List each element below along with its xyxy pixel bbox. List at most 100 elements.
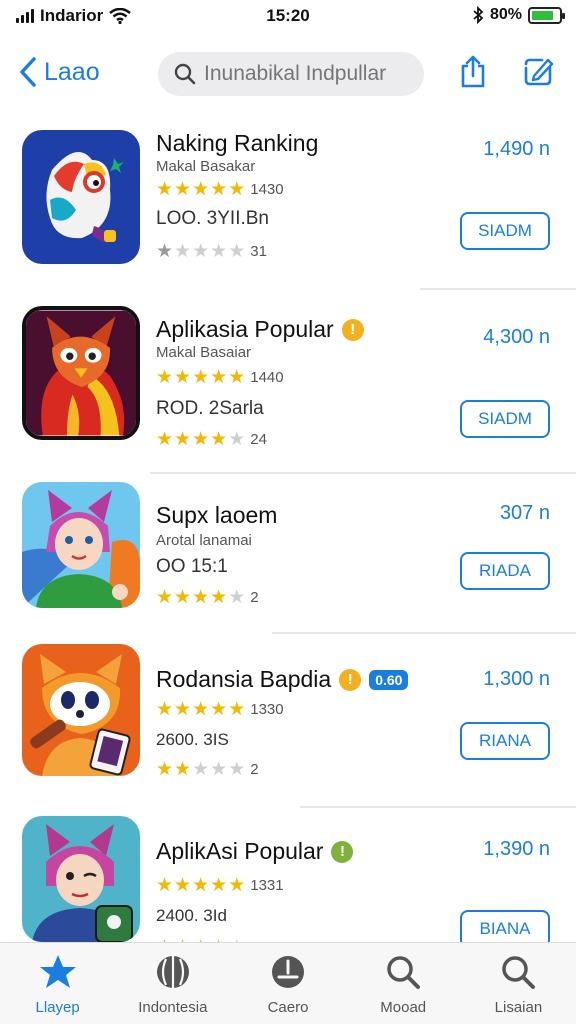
back-button[interactable]: Laao — [18, 56, 100, 88]
app-title[interactable]: Aplikasia Popular! — [156, 316, 364, 343]
star-icon: ★ — [192, 875, 210, 896]
rating-count: 24 — [250, 431, 267, 448]
star-icon: ★ — [192, 367, 210, 388]
search-icon — [387, 956, 421, 989]
search-icon — [174, 63, 196, 85]
rating-count: 1440 — [250, 369, 284, 386]
search-input[interactable] — [204, 62, 404, 86]
app-icon-bird[interactable] — [22, 130, 140, 264]
info-badge-icon: ! — [331, 840, 354, 863]
tab-mooad[interactable]: Mooad — [346, 943, 461, 1024]
rating-count: 2 — [250, 761, 259, 778]
tab-featured[interactable]: Llayep — [0, 943, 115, 1024]
get-button[interactable]: RIANA — [460, 722, 550, 760]
star-icon: ★ — [156, 241, 174, 262]
app-title-text: AplikAsi Popular — [156, 838, 324, 864]
tab-apps[interactable]: Caero — [230, 943, 345, 1024]
star-icon: ★ — [228, 429, 246, 450]
star-icon: ★ — [228, 875, 246, 896]
status-right: 80% — [472, 6, 565, 24]
bluetooth-icon — [473, 6, 484, 24]
app-row[interactable]: Rodansia Bapdia! 0.60 ★ ★ ★ ★ ★ 1330 2600. 3IS… — [0, 640, 576, 810]
rating-stars: ★ ★ ★ ★ ★ 1331 — [156, 876, 284, 895]
search-icon — [502, 956, 536, 989]
star-icon: ★ — [228, 587, 246, 608]
app-icon-cat-girl[interactable] — [22, 482, 140, 608]
app-icon-cat-tablet[interactable] — [22, 816, 140, 942]
edit-icon[interactable] — [520, 54, 556, 90]
app-icon-fox[interactable] — [22, 306, 140, 440]
app-title[interactable]: Rodansia Bapdia! 0.60 — [156, 666, 409, 693]
star-icon: ★ — [192, 179, 210, 200]
app-title[interactable]: AplikAsi Popular! — [156, 838, 354, 865]
star-icon: ★ — [174, 759, 192, 780]
star-icon: ★ — [210, 367, 228, 388]
star-icon: ★ — [156, 179, 174, 200]
rating-count: 2 — [250, 589, 259, 606]
row-divider — [420, 288, 576, 290]
info-badge-icon: ! — [339, 668, 362, 691]
app-title-text: Aplikasia Popular — [156, 316, 334, 342]
get-button[interactable]: RIADA — [460, 552, 550, 590]
app-price: 1,490 n — [483, 138, 550, 160]
tab-label: Lisaian — [494, 999, 543, 1016]
battery-percent: 80% — [489, 6, 522, 23]
app-title[interactable]: Naking Ranking — [156, 130, 318, 157]
tab-label: Llayep — [35, 999, 80, 1016]
star-icon: ★ — [174, 429, 192, 450]
star-icon: ★ — [210, 587, 228, 608]
search-bar[interactable] — [158, 52, 424, 96]
info-badge-icon: ! — [341, 318, 364, 341]
star-icon: ★ — [174, 875, 192, 896]
row-divider — [300, 806, 576, 808]
app-row[interactable]: Naking Ranking Makal Basakar ★ ★ ★ ★ ★ 1430 L… — [0, 110, 576, 290]
app-title-text: Naking Ranking — [156, 130, 319, 156]
get-button[interactable]: SIADM — [460, 400, 550, 438]
app-meta: ROD. 2Sarla — [156, 398, 264, 419]
star-icon: ★ — [210, 759, 228, 780]
app-meta: 2400. 3Id — [156, 906, 227, 925]
get-button[interactable]: SIADM — [460, 212, 550, 250]
app-meta: LOO. 3YII.Bn — [156, 208, 269, 229]
star-icon: ★ — [156, 367, 174, 388]
star-icon: ★ — [192, 241, 210, 262]
rating-count: 1331 — [250, 877, 284, 894]
navigation-bar: Laao — [0, 48, 576, 104]
app-row[interactable]: Aplikasia Popular! Makal Basaiar ★ ★ ★ ★ ★ 14… — [0, 296, 576, 474]
star-icon: ★ — [174, 367, 192, 388]
app-subtitle: Makal Basakar — [156, 158, 256, 175]
rating-count: 31 — [250, 243, 267, 260]
star-icon: ★ — [174, 179, 192, 200]
share-icon[interactable] — [455, 54, 491, 90]
app-icon-fox-tablet[interactable] — [22, 644, 140, 776]
app-price: 1,300 n — [483, 668, 550, 690]
row-divider — [272, 632, 576, 634]
star-icon: ★ — [210, 875, 228, 896]
app-meta: 2600. 3IS — [156, 730, 229, 749]
battery-level — [532, 10, 553, 20]
status-bar: Indarior 15:20 80% — [0, 0, 576, 34]
app-title[interactable]: Supx laoem — [156, 502, 277, 529]
rating-count: 1430 — [250, 181, 284, 198]
app-subtitle: Arotal lanamai — [156, 532, 252, 549]
star-icon: ★ — [192, 587, 210, 608]
star-icon: ★ — [174, 587, 192, 608]
star-icon: ★ — [156, 699, 174, 720]
star-icon: ★ — [228, 759, 246, 780]
tab-indonesia[interactable]: Indontesia — [115, 943, 230, 1024]
rating-stars: ★ ★ ★ ★ ★ 1330 — [156, 700, 284, 719]
tab-search[interactable]: Lisaian — [461, 943, 576, 1024]
star-icon: ★ — [174, 241, 192, 262]
app-price: 307 n — [499, 502, 550, 524]
star-icon: ★ — [156, 875, 174, 896]
star-icon: ★ — [192, 429, 210, 450]
app-row[interactable]: Supx laoem Arotal lanamai OO 15:1 ★ ★ ★ ★ ★ 2… — [0, 478, 576, 648]
battery-icon — [528, 6, 565, 24]
star-icon: ★ — [228, 699, 246, 720]
tab-label: Caero — [267, 999, 309, 1016]
star-icon: ★ — [156, 587, 174, 608]
user-rating-stars: ★ ★ ★ ★ ★ 24 — [156, 430, 267, 449]
star-icon: ★ — [192, 699, 210, 720]
star-icon: ★ — [174, 699, 192, 720]
tab-label: Mooad — [380, 999, 427, 1016]
